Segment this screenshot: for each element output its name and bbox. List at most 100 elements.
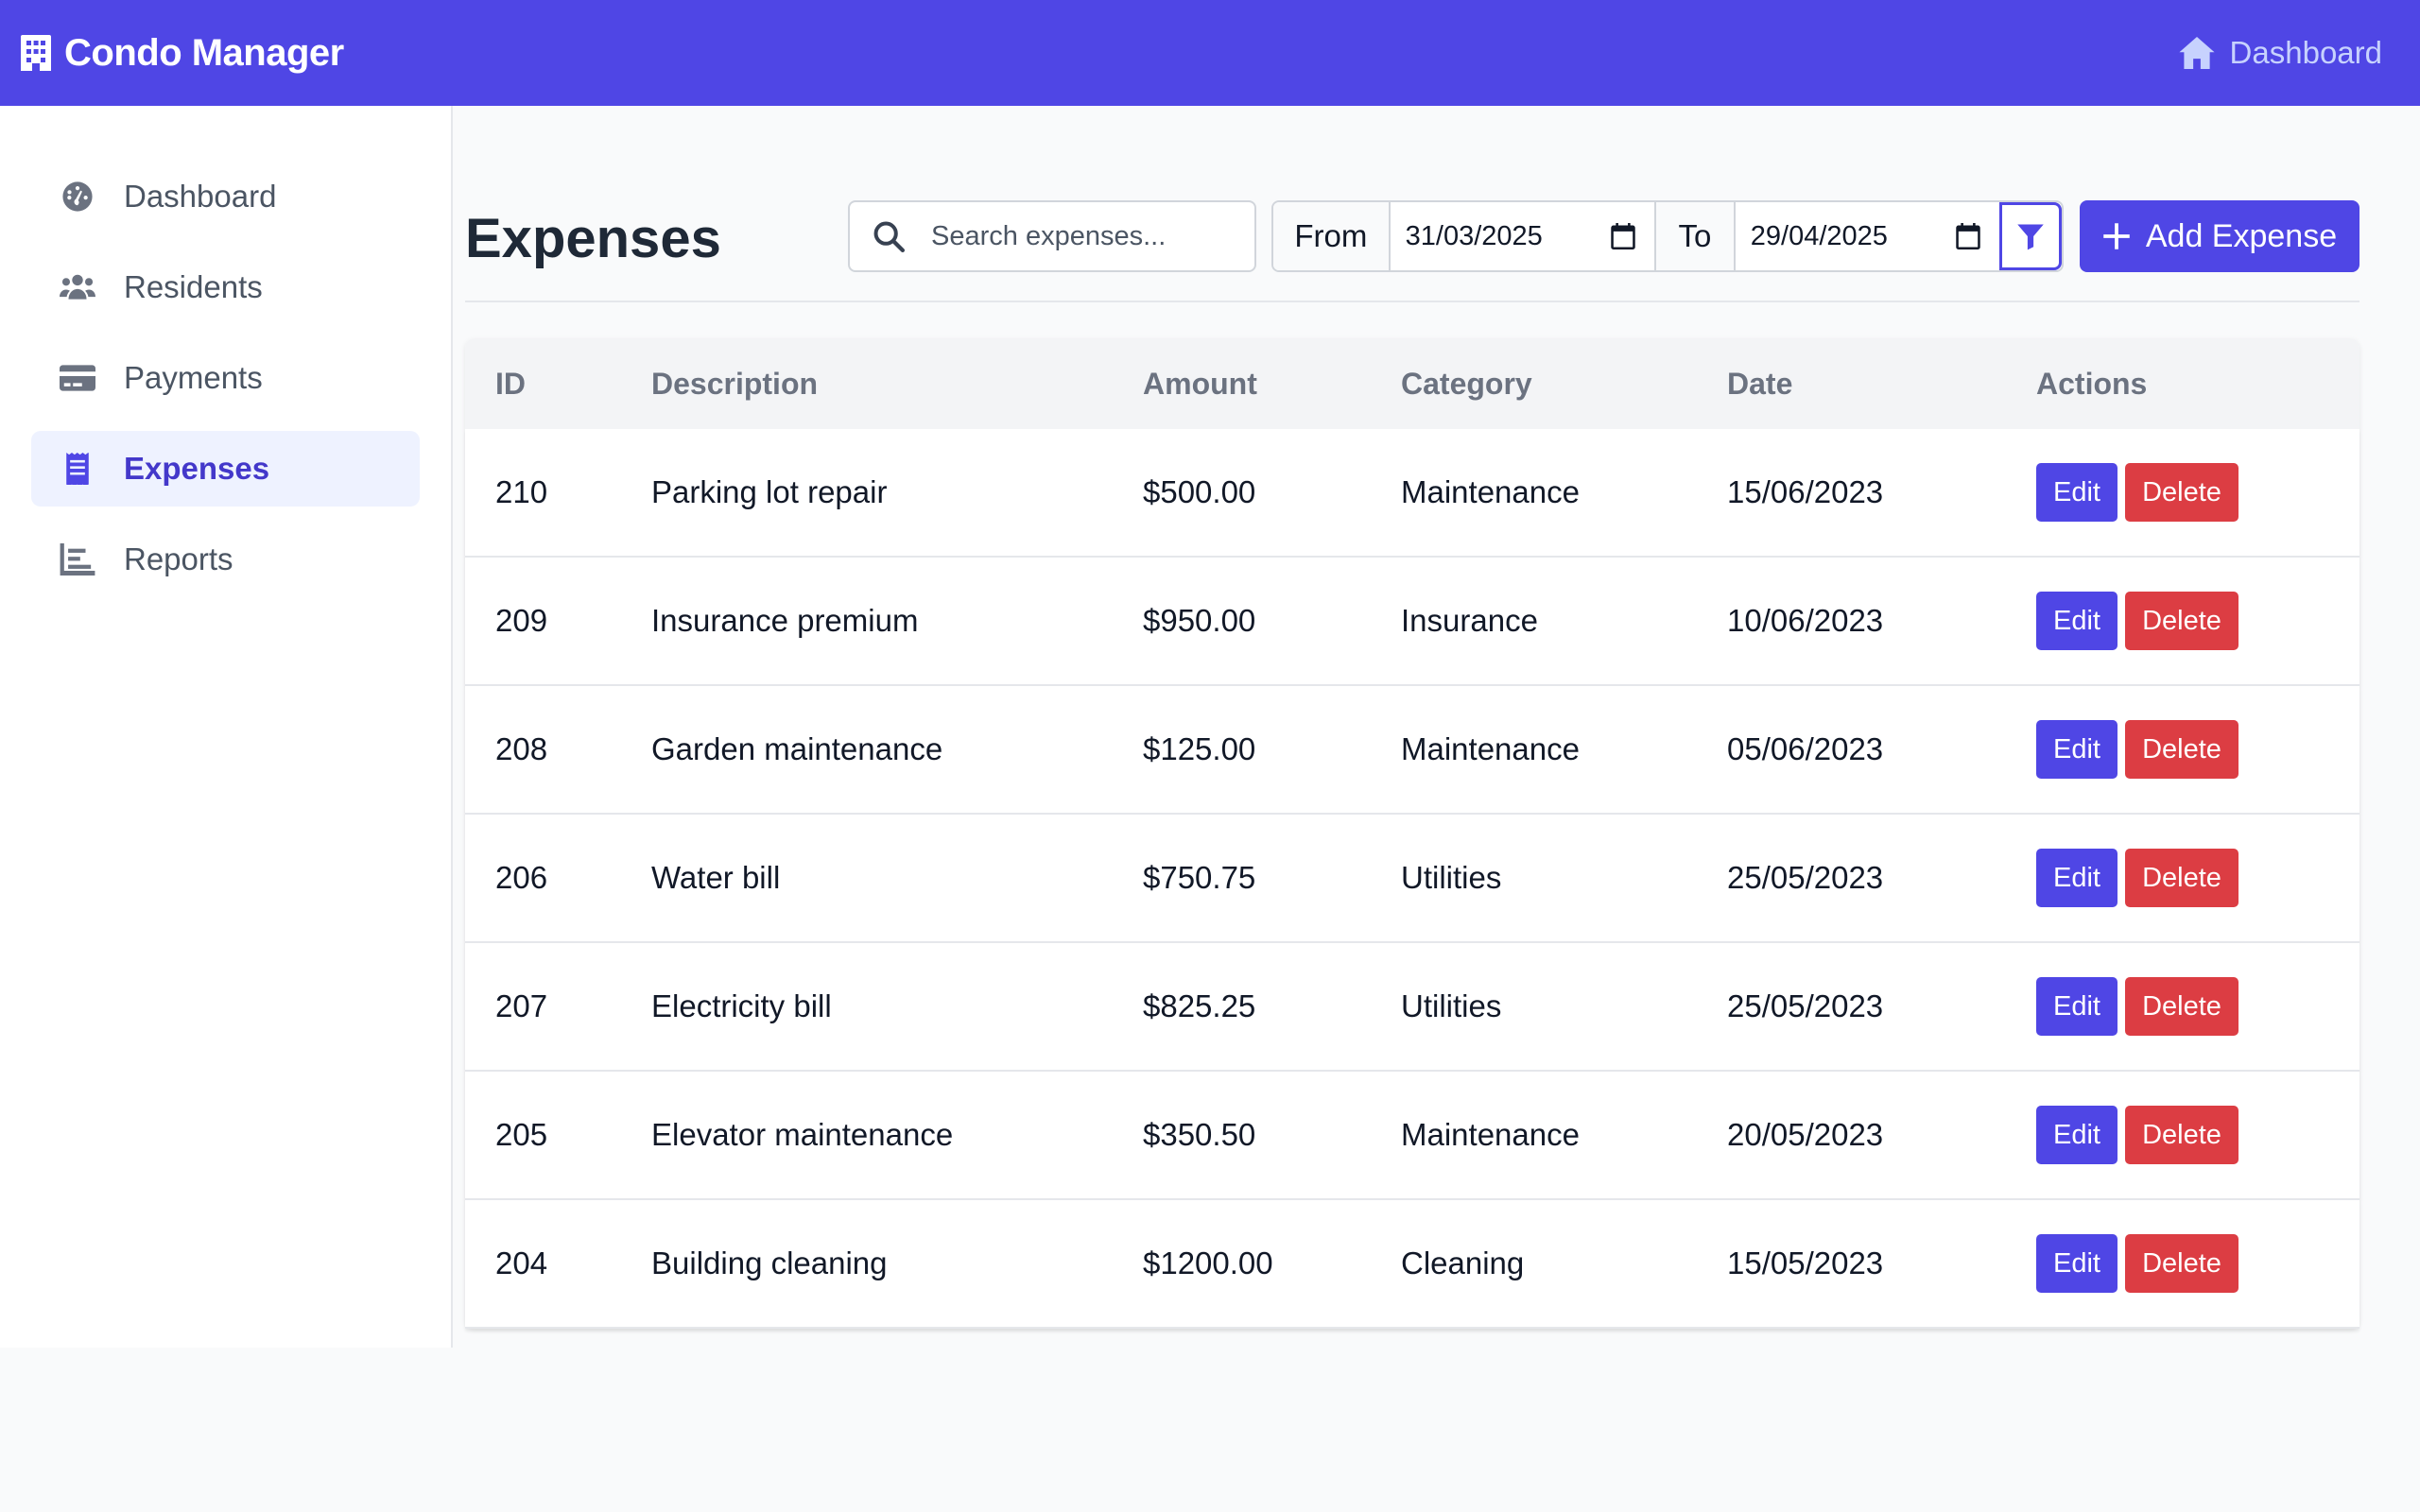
top-navbar: Condo Manager Dashboard	[0, 0, 2420, 106]
search-input[interactable]	[931, 220, 1234, 252]
row-actions: Edit Delete	[2036, 1234, 2238, 1293]
row-actions: Edit Delete	[2036, 720, 2238, 779]
nav-dashboard-link[interactable]: Dashboard	[2179, 35, 2382, 71]
row-actions: Edit Delete	[2036, 849, 2238, 907]
delete-button[interactable]: Delete	[2125, 720, 2238, 779]
nav-dashboard-label: Dashboard	[2229, 35, 2382, 70]
edit-button[interactable]: Edit	[2036, 1106, 2118, 1164]
cell-id: 208	[495, 731, 548, 766]
plus-icon	[2103, 223, 2130, 249]
edit-button[interactable]: Edit	[2036, 463, 2118, 522]
add-expense-label: Add Expense	[2145, 217, 2338, 254]
cell-description: Water bill	[651, 860, 781, 895]
row-actions: Edit Delete	[2036, 977, 2238, 1036]
row-actions: Edit Delete	[2036, 463, 2238, 522]
table-header: ID Description Amount Category Date Acti…	[465, 338, 2360, 429]
column-header-category[interactable]: Category	[1401, 367, 1532, 402]
sidebar-item-dashboard[interactable]: Dashboard	[31, 159, 420, 234]
cell-date: 15/05/2023	[1727, 1246, 1884, 1280]
table-row: 204 Building cleaning $1200.00 Cleaning …	[465, 1200, 2360, 1329]
calendar-icon[interactable]	[1956, 223, 1980, 249]
cell-amount: $825.25	[1143, 988, 1256, 1023]
delete-button[interactable]: Delete	[2125, 977, 2238, 1036]
delete-button[interactable]: Delete	[2125, 1106, 2238, 1164]
sidebar-item-label: Expenses	[124, 451, 270, 486]
sidebar-item-label: Reports	[124, 541, 233, 576]
expenses-table: ID Description Amount Category Date Acti…	[465, 338, 2360, 1329]
cell-amount: $125.00	[1143, 731, 1256, 766]
cell-description: Electricity bill	[651, 988, 832, 1023]
cell-date: 15/06/2023	[1727, 474, 1884, 509]
table-row: 207 Electricity bill $825.25 Utilities 2…	[465, 943, 2360, 1072]
brand[interactable]: Condo Manager	[21, 32, 344, 75]
filter-icon	[2017, 224, 2044, 250]
cell-id: 205	[495, 1117, 548, 1152]
edit-button[interactable]: Edit	[2036, 720, 2118, 779]
cell-category: Maintenance	[1401, 474, 1580, 509]
cell-amount: $500.00	[1143, 474, 1256, 509]
cell-id: 210	[495, 474, 548, 509]
sidebar-item-label: Payments	[124, 360, 263, 395]
edit-button[interactable]: Edit	[2036, 977, 2118, 1036]
cell-amount: $1200.00	[1143, 1246, 1273, 1280]
cell-id: 207	[495, 988, 548, 1023]
row-actions: Edit Delete	[2036, 1106, 2238, 1164]
sidebar-item-expenses[interactable]: Expenses	[31, 431, 420, 507]
from-date-input[interactable]: 31/03/2025	[1390, 202, 1655, 270]
cell-date: 05/06/2023	[1727, 731, 1884, 766]
column-header-id[interactable]: ID	[495, 367, 526, 402]
to-date-input[interactable]: 29/04/2025	[1735, 202, 2000, 270]
column-header-description[interactable]: Description	[651, 367, 818, 402]
brand-name: Condo Manager	[64, 31, 344, 74]
receipt-icon	[66, 453, 89, 485]
search-icon	[873, 221, 905, 252]
credit-card-icon	[60, 365, 95, 391]
cell-description: Parking lot repair	[651, 474, 888, 509]
cell-category: Maintenance	[1401, 731, 1580, 766]
cell-category: Utilities	[1401, 860, 1502, 895]
cell-amount: $750.75	[1143, 860, 1256, 895]
sidebar-item-label: Dashboard	[124, 179, 277, 214]
cell-category: Utilities	[1401, 988, 1502, 1023]
calendar-icon[interactable]	[1611, 223, 1635, 249]
cell-date: 10/06/2023	[1727, 603, 1884, 638]
page-title: Expenses	[465, 208, 721, 269]
cell-id: 204	[495, 1246, 548, 1280]
table-row: 208 Garden maintenance $125.00 Maintenan…	[465, 686, 2360, 815]
sidebar-item-payments[interactable]: Payments	[31, 340, 420, 416]
building-icon	[21, 35, 51, 71]
cell-description: Building cleaning	[651, 1246, 888, 1280]
edit-button[interactable]: Edit	[2036, 849, 2118, 907]
cell-amount: $350.50	[1143, 1117, 1256, 1152]
users-icon	[60, 274, 95, 300]
to-label: To	[1654, 202, 1736, 270]
cell-category: Maintenance	[1401, 1117, 1580, 1152]
delete-button[interactable]: Delete	[2125, 849, 2238, 907]
column-header-amount[interactable]: Amount	[1143, 367, 1257, 402]
column-header-actions: Actions	[2036, 366, 2148, 401]
row-actions: Edit Delete	[2036, 592, 2238, 650]
delete-button[interactable]: Delete	[2125, 463, 2238, 522]
cell-date: 20/05/2023	[1727, 1117, 1884, 1152]
table-row: 210 Parking lot repair $500.00 Maintenan…	[465, 429, 2360, 558]
add-expense-button[interactable]: Add Expense	[2080, 200, 2360, 272]
filter-button[interactable]	[1999, 202, 2062, 270]
delete-button[interactable]: Delete	[2125, 1234, 2238, 1293]
cell-date: 25/05/2023	[1727, 860, 1884, 895]
delete-button[interactable]: Delete	[2125, 592, 2238, 650]
cell-description: Elevator maintenance	[651, 1117, 954, 1152]
gauge-icon	[62, 181, 93, 212]
edit-button[interactable]: Edit	[2036, 1234, 2118, 1293]
sidebar-item-residents[interactable]: Residents	[31, 249, 420, 325]
table-row: 206 Water bill $750.75 Utilities 25/05/2…	[465, 815, 2360, 943]
from-date-value: 31/03/2025	[1405, 220, 1543, 251]
sidebar-item-reports[interactable]: Reports	[31, 522, 420, 597]
edit-button[interactable]: Edit	[2036, 592, 2118, 650]
table-row: 205 Elevator maintenance $350.50 Mainten…	[465, 1072, 2360, 1200]
cell-category: Insurance	[1401, 603, 1538, 638]
column-header-date[interactable]: Date	[1727, 367, 1792, 402]
search-box[interactable]	[848, 200, 1256, 272]
cell-category: Cleaning	[1401, 1246, 1525, 1280]
sidebar-item-label: Residents	[124, 269, 263, 304]
sidebar: Dashboard Residents Payments Expenses Re…	[0, 106, 453, 1348]
